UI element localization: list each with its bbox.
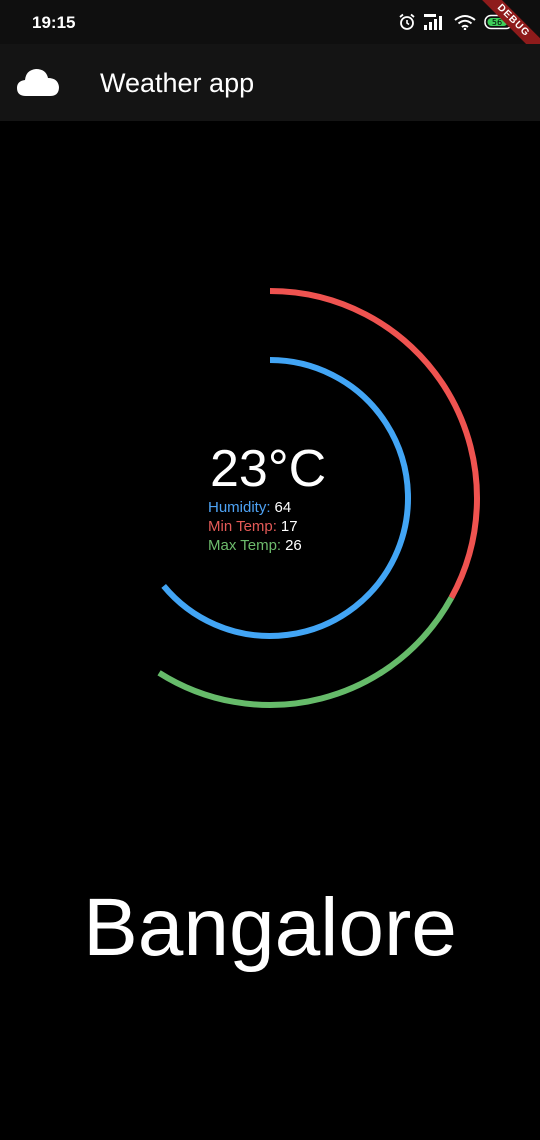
temperature: 23°C <box>210 440 327 498</box>
max-temp-row: Max Temp: 26 <box>208 536 428 555</box>
humidity-label: Humidity: <box>208 499 271 516</box>
max-temp-arc <box>157 596 455 709</box>
city-name: Bangalore <box>83 882 457 973</box>
max-temp-value: 26 <box>285 537 302 554</box>
min-temp-label: Min Temp: <box>208 518 277 535</box>
min-temp-value: 17 <box>280 518 298 535</box>
max-temp-label: Max Temp: <box>208 537 282 554</box>
weather-gauge <box>157 288 480 709</box>
min-temp-row: Min Temp: 17 <box>208 517 428 536</box>
humidity-value: 64 <box>274 499 292 516</box>
humidity-row: Humidity: 64 <box>208 498 428 517</box>
weather-reading: 23°C Humidity: 64 Min Temp: 17 Max Temp: 26 <box>208 440 428 555</box>
